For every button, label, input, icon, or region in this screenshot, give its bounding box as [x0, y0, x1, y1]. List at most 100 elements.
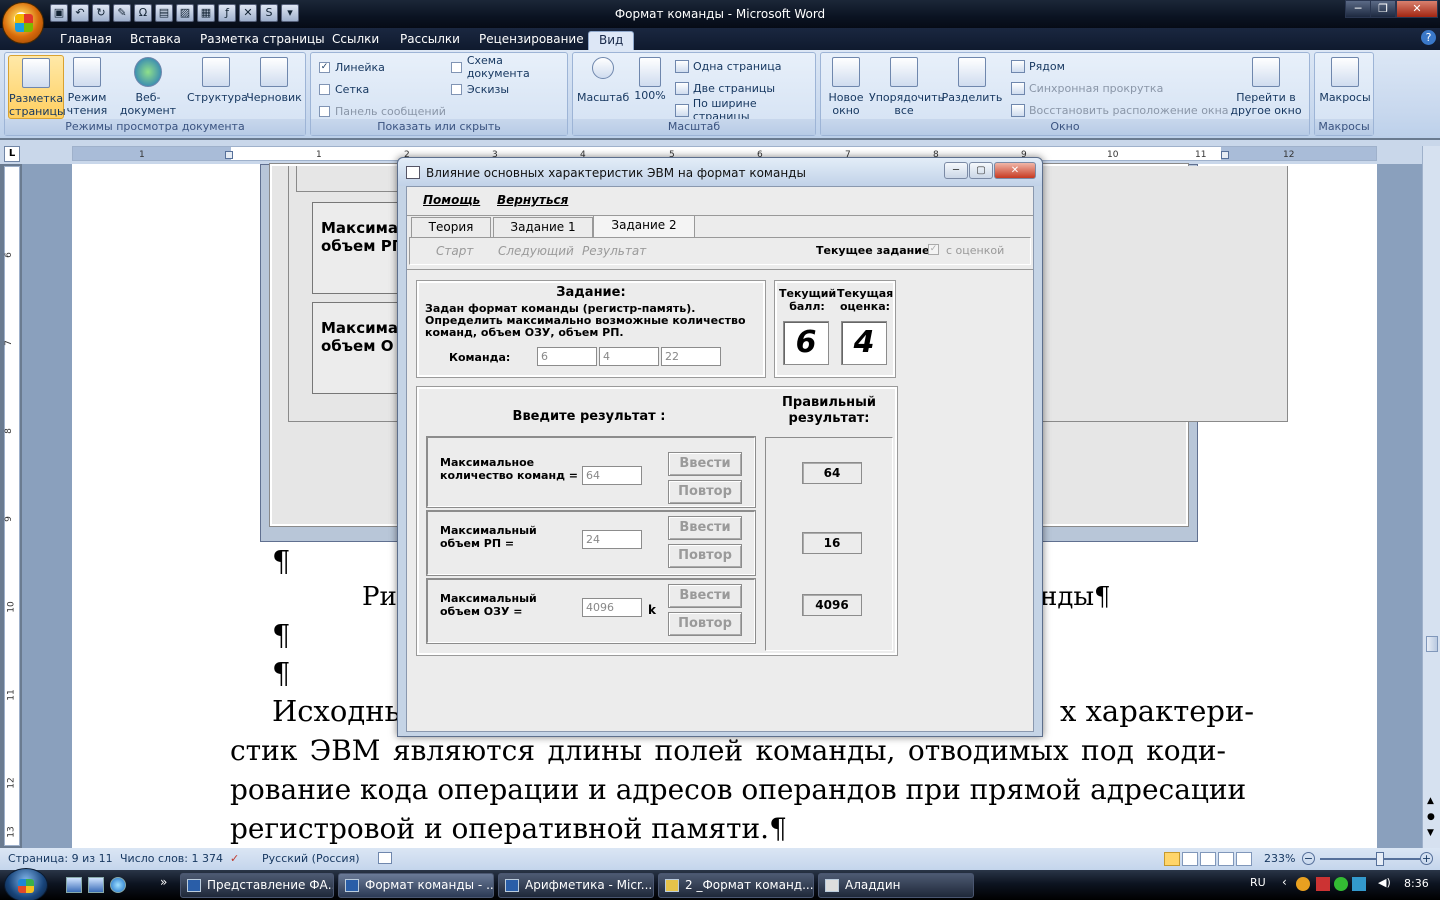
macros-button[interactable]: Макросы [1317, 55, 1373, 119]
minimize-button[interactable]: ─ [1345, 0, 1371, 18]
next-page-icon[interactable]: ▼ [1427, 828, 1434, 838]
enter-button[interactable]: Ввести [668, 516, 742, 540]
start-button[interactable] [4, 868, 48, 900]
tray-icon[interactable] [1316, 877, 1330, 891]
print-layout-icon[interactable] [1164, 852, 1180, 866]
scroll-thumb[interactable] [1426, 636, 1438, 652]
right-indent-marker[interactable] [1221, 151, 1229, 159]
vertical-scrollbar[interactable]: ▲ ● ▼ [1422, 146, 1440, 848]
graded-checkbox[interactable]: ✓ [928, 244, 939, 255]
tab-view[interactable]: Вид [588, 31, 635, 50]
tab-task-1[interactable]: Задание 1 [493, 217, 593, 237]
web-layout-button[interactable]: Веб-документ [109, 55, 187, 119]
tab-references[interactable]: Ссылки [322, 31, 389, 50]
rp-input[interactable]: 24 [582, 530, 642, 549]
zoom-slider-thumb[interactable] [1376, 852, 1384, 866]
message-bar-checkbox[interactable]: Панель сообщений [319, 103, 446, 119]
menu-help[interactable]: Помощь [423, 193, 480, 207]
indent-marker[interactable] [225, 151, 233, 159]
volume-icon[interactable]: ◀) [1378, 876, 1391, 889]
tab-mailings[interactable]: Рассылки [390, 31, 470, 50]
tray-expand-icon[interactable]: ‹ [1282, 875, 1287, 889]
reset-window-button[interactable]: Восстановить расположение окна [1011, 101, 1229, 119]
tray-icon[interactable] [1334, 877, 1348, 891]
prev-page-icon[interactable]: ▲ [1427, 796, 1434, 806]
taskbar-item[interactable]: Аладдин [818, 873, 974, 898]
ruler-checkbox[interactable]: ✓ Линейка [319, 59, 385, 75]
command-field-2[interactable]: 4 [599, 347, 659, 366]
draft-view-icon[interactable] [1236, 852, 1252, 866]
thumbnails-checkbox[interactable]: Эскизы [451, 81, 509, 97]
enter-button[interactable]: Ввести [668, 452, 742, 476]
close-button[interactable]: ✕ [1396, 0, 1438, 18]
command-field-1[interactable]: 6 [537, 347, 597, 366]
zoom-out-icon[interactable]: − [1302, 852, 1315, 865]
ozu-input[interactable]: 4096 [582, 598, 642, 617]
repeat-button[interactable]: Повтор [668, 480, 742, 504]
macro-record-icon[interactable] [378, 852, 392, 864]
language-bar[interactable]: RU [1250, 876, 1266, 889]
commands-input[interactable]: 64 [582, 466, 642, 485]
draft-button[interactable]: Черновик [245, 55, 303, 119]
dialog-close-button[interactable]: ✕ [994, 162, 1036, 179]
dialog-title-bar[interactable]: Влияние основных характеристик ЭВМ на фо… [398, 158, 1042, 186]
two-pages-button[interactable]: Две страницы [675, 79, 775, 97]
taskbar-item[interactable]: Арифметика - Micr... [498, 873, 654, 898]
result-button[interactable]: Результат [582, 244, 646, 258]
taskbar-overflow-icon[interactable]: » [160, 875, 167, 889]
sync-scroll-button[interactable]: Синхронная прокрутка [1011, 79, 1163, 97]
grid-checkbox[interactable]: Сетка [319, 81, 369, 97]
ie-icon[interactable] [110, 877, 126, 893]
tab-theory[interactable]: Теория [411, 217, 491, 237]
browse-object-icon[interactable]: ● [1427, 812, 1435, 822]
tab-task-2[interactable]: Задание 2 [593, 215, 695, 237]
tab-insert[interactable]: Вставка [120, 31, 191, 50]
zoom-level[interactable]: 233% [1264, 852, 1295, 865]
zoom-100-button[interactable]: 100% [631, 55, 669, 119]
tab-home[interactable]: Главная [50, 31, 122, 50]
page-indicator[interactable]: Страница: 9 из 11 [8, 852, 113, 865]
start-button[interactable]: Старт [436, 244, 473, 258]
switch-window-button[interactable]: Перейти в другое окно [1225, 55, 1307, 119]
next-button[interactable]: Следующий [498, 244, 574, 258]
page-width-button[interactable]: По ширине страницы [675, 97, 815, 123]
zoom-slider[interactable] [1320, 858, 1420, 860]
taskbar-item[interactable]: Представление ФА... [180, 873, 334, 898]
repeat-button[interactable]: Повтор [668, 544, 742, 568]
one-page-button[interactable]: Одна страница [675, 57, 781, 75]
dialog-minimize-button[interactable]: ─ [944, 162, 968, 179]
show-desktop-icon[interactable] [66, 877, 82, 893]
command-field-3[interactable]: 22 [661, 347, 721, 366]
clock[interactable]: 8:36 [1404, 877, 1429, 890]
reading-icon[interactable] [1182, 852, 1198, 866]
tray-icon[interactable] [1296, 877, 1310, 891]
language-indicator[interactable]: Русский (Россия) [262, 852, 360, 865]
split-button[interactable]: Разделить [941, 55, 1003, 119]
zoom-button[interactable]: Масштаб [577, 55, 629, 119]
zoom-in-icon[interactable]: + [1420, 852, 1433, 865]
repeat-button[interactable]: Повтор [668, 612, 742, 636]
document-map-checkbox[interactable]: Схема документа [451, 54, 567, 80]
enter-button[interactable]: Ввести [668, 584, 742, 608]
outline-button[interactable]: Структура [187, 55, 248, 119]
tab-review[interactable]: Рецензирование [469, 31, 594, 50]
office-button[interactable] [2, 2, 44, 44]
new-window-button[interactable]: Новое окно [823, 55, 869, 119]
web-icon[interactable] [1200, 852, 1216, 866]
taskbar-item[interactable]: 2 _Формат команд... [658, 873, 814, 898]
spelling-icon[interactable]: ✓ [230, 852, 239, 865]
dialog-maximize-button[interactable]: ▢ [969, 162, 993, 179]
reading-mode-button[interactable]: Режим чтения [65, 55, 109, 119]
taskbar-item-active[interactable]: Формат команды - ... [338, 873, 494, 898]
print-layout-button[interactable]: Разметка страницы [8, 55, 66, 119]
network-icon[interactable] [1352, 877, 1366, 891]
outline-view-icon[interactable] [1218, 852, 1234, 866]
help-icon[interactable]: ? [1421, 30, 1436, 45]
switch-windows-icon[interactable] [88, 877, 104, 893]
tab-selector[interactable]: L [4, 146, 20, 162]
tab-page-layout[interactable]: Разметка страницы [190, 31, 335, 50]
menu-back[interactable]: Вернуться [497, 193, 568, 207]
vertical-ruler[interactable]: 6 7 8 9 10 11 12 13 [4, 166, 20, 846]
side-by-side-button[interactable]: Рядом [1011, 57, 1065, 75]
arrange-all-button[interactable]: Упорядочить все [869, 55, 944, 119]
